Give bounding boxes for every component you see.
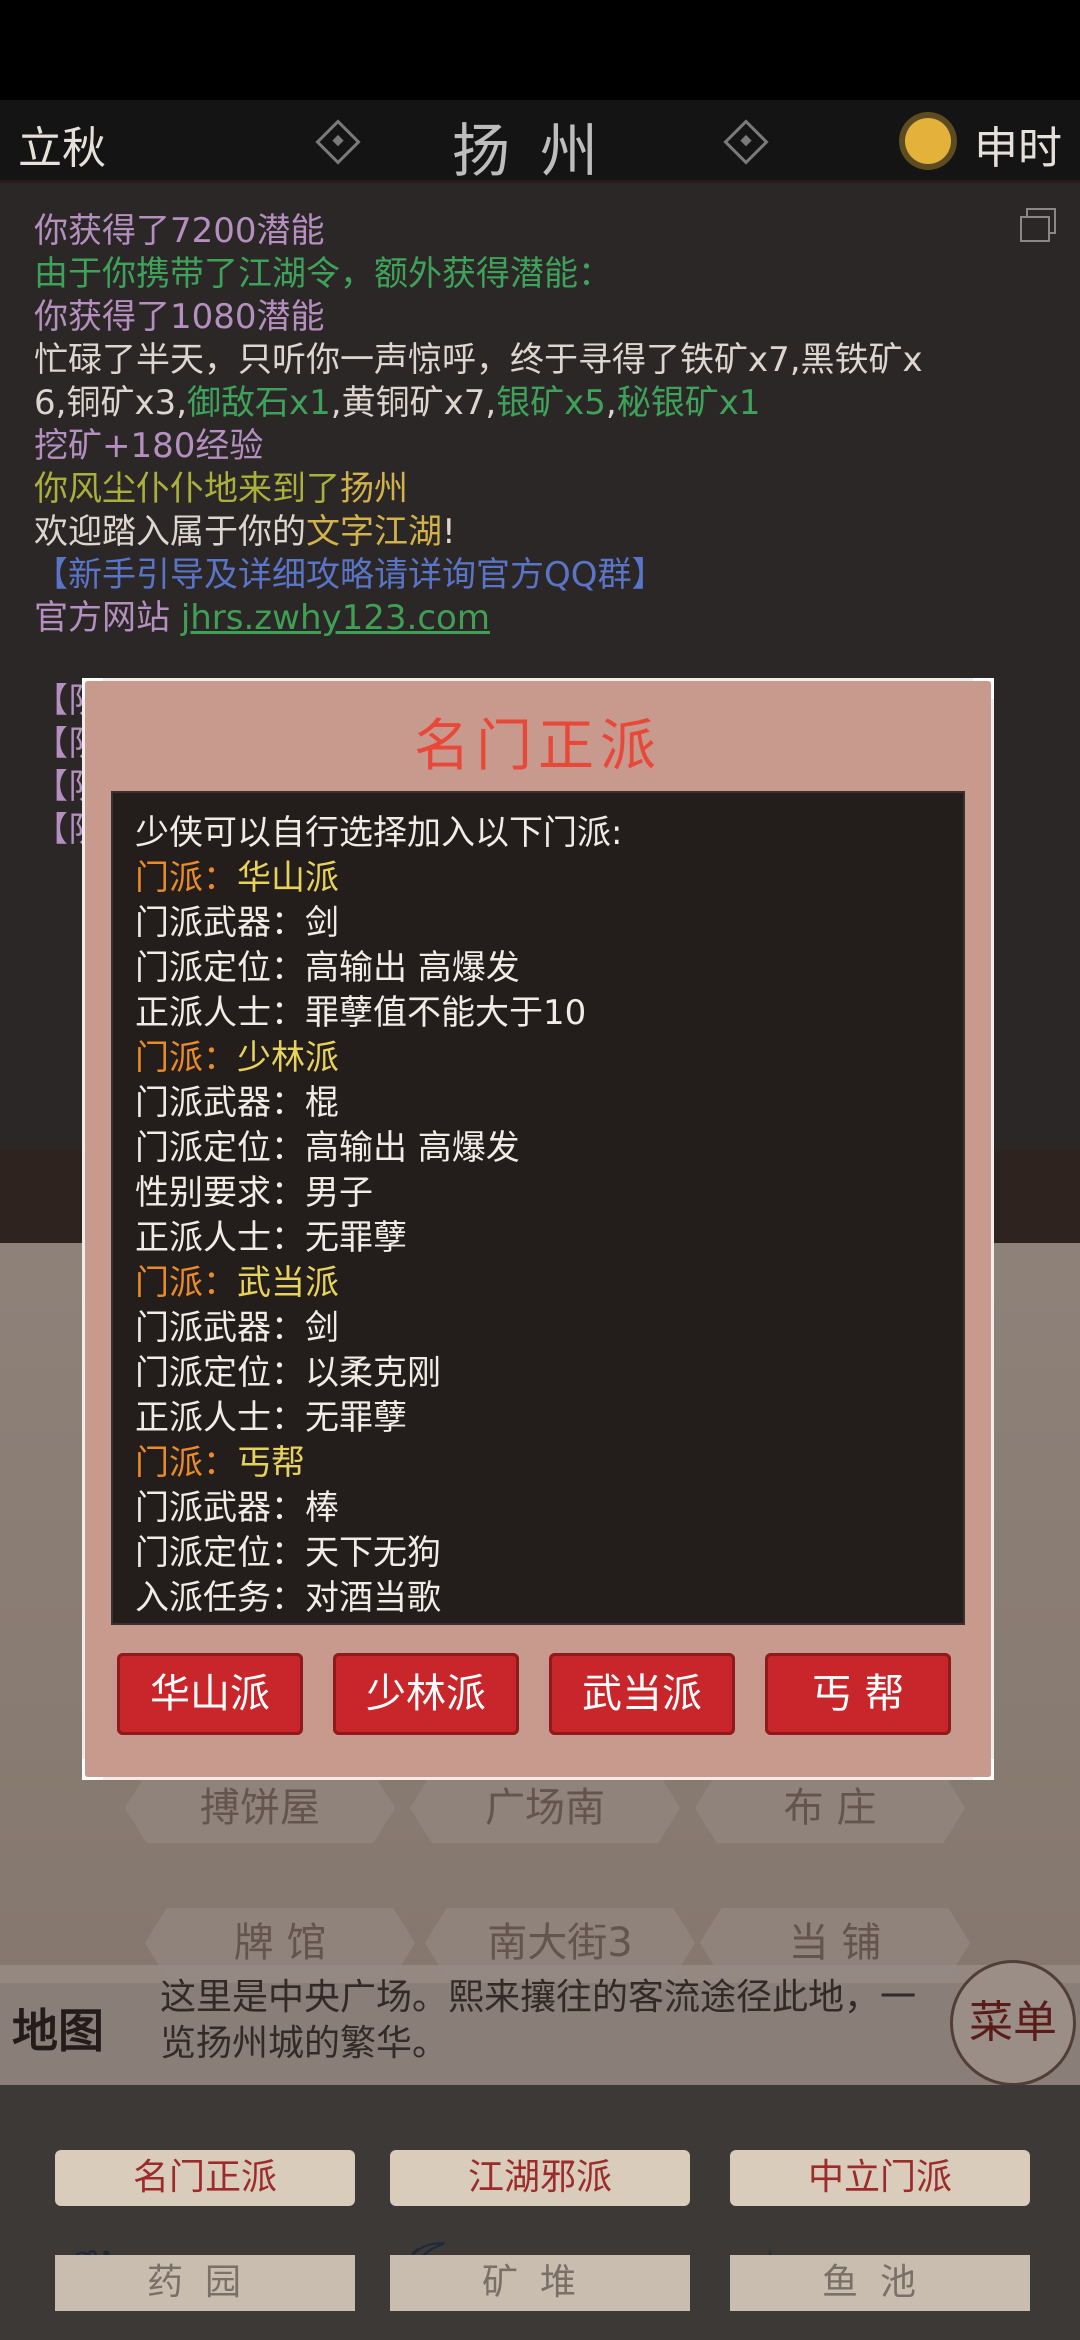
attr-key: 门派定位： <box>135 1533 305 1573</box>
attr-key: 门派武器： <box>135 903 305 943</box>
sect-attr: 性别要求：男子 <box>135 1165 373 1214</box>
sect-attr: 门派定位：高输出 高爆发 <box>135 1120 520 1169</box>
attr-key: 性别要求： <box>135 1173 305 1213</box>
sect-name: 华山派 <box>237 858 339 898</box>
sect-attr: 正派人士：无罪孽 <box>135 1210 407 1259</box>
dialog-title: 名门正派 <box>414 714 662 779</box>
join-shaolin-button[interactable]: 少林派 <box>333 1653 519 1735</box>
log-line: 你获得了7200潜能 <box>34 211 325 251</box>
dialog-corner <box>973 1759 994 1780</box>
attr-value: 无罪孽 <box>305 1398 407 1438</box>
faction-button-neutral[interactable]: 中立门派 <box>730 2150 1030 2206</box>
dialog-corner <box>82 678 103 699</box>
sect-label: 门派： <box>135 858 237 898</box>
attr-value: 罪孽值不能大于10 <box>305 993 587 1033</box>
sun-icon <box>905 118 951 164</box>
log-segment: 御敌石x1 <box>187 383 331 423</box>
attr-value: 以柔克刚 <box>305 1353 441 1393</box>
attr-key: 门派武器： <box>135 1308 305 1348</box>
dialog-corner <box>82 1759 103 1780</box>
log-segment: , <box>605 383 617 423</box>
log-line: 6,铜矿x3,御敌石x1,黄铜矿x7,银矿x5,秘银矿x1 <box>34 375 760 424</box>
attr-value: 无罪孽 <box>305 1218 407 1258</box>
place-button-herb-garden[interactable]: 药园 <box>55 2255 355 2311</box>
sect-label: 门派： <box>135 1443 237 1483</box>
attr-value: 高输出 高爆发 <box>305 948 520 988</box>
log-segment: 欢迎踏入属于你的 <box>34 512 306 552</box>
attr-key: 门派定位： <box>135 1353 305 1393</box>
status-bar <box>0 0 1080 100</box>
attr-value: 高输出 高爆发 <box>305 1128 520 1168</box>
sect-attr: 门派定位：高输出 高爆发 <box>135 940 520 989</box>
log-segment: 你风尘仆仆地来到了 <box>34 469 340 509</box>
attr-key: 门派定位： <box>135 948 305 988</box>
log-segment: 扬州 <box>340 469 408 509</box>
attr-key: 入派任务： <box>135 1578 305 1618</box>
sect-select-dialog: 名门正派 少侠可以自行选择加入以下门派: 门派：华山派 门派武器：剑 门派定位：… <box>82 678 994 1780</box>
sect-heading: 门派：少林派 <box>135 1030 339 1079</box>
sect-attr: 门派武器：剑 <box>135 1300 339 1349</box>
log-segment: ! <box>442 512 456 552</box>
sect-attr: 入派任务：对酒当歌 <box>135 1570 441 1619</box>
sect-info-box: 少侠可以自行选择加入以下门派: 门派：华山派 门派武器：剑 门派定位：高输出 高… <box>111 791 965 1625</box>
attr-key: 正派人士： <box>135 1218 305 1258</box>
attr-key: 门派武器： <box>135 1488 305 1528</box>
log-segment: 文字江湖 <box>306 512 442 552</box>
sect-heading: 门派：武当派 <box>135 1255 339 1304</box>
log-segment: 秘银矿x1 <box>616 383 761 423</box>
sect-name: 武当派 <box>237 1263 339 1303</box>
join-wudang-button[interactable]: 武当派 <box>549 1653 735 1735</box>
sect-attr: 门派武器：棒 <box>135 1480 339 1529</box>
log-line: 忙碌了半天，只听你一声惊呼，终于寻得了铁矿x7,黑铁矿x <box>34 340 923 380</box>
join-beggar-sect-button[interactable]: 丐 帮 <box>765 1653 951 1735</box>
sect-attr: 正派人士：无罪孽 <box>135 1390 407 1439</box>
dialog-corner <box>973 678 994 699</box>
attr-value: 棒 <box>305 1488 339 1528</box>
log-segment: 官方网站 <box>34 598 181 638</box>
log-segment: 银矿x5 <box>496 383 606 423</box>
log-line: 由于你携带了江湖令，额外获得潜能： <box>34 254 612 294</box>
sect-name: 少林派 <box>237 1038 339 1078</box>
attr-key: 门派武器： <box>135 1083 305 1123</box>
log-line: 挖矿+180经验 <box>34 426 264 466</box>
place-button-ore-pile[interactable]: 矿堆 <box>390 2255 690 2311</box>
log-line: 欢迎踏入属于你的文字江湖! <box>34 504 456 553</box>
sect-attr: 门派武器：剑 <box>135 895 339 944</box>
hour-label: 申时 <box>974 123 1062 174</box>
dialog-intro: 少侠可以自行选择加入以下门派: <box>135 813 623 853</box>
attr-key: 正派人士： <box>135 1398 305 1438</box>
join-huashan-button[interactable]: 华山派 <box>117 1653 303 1735</box>
sect-attr: 门派定位：天下无狗 <box>135 1525 441 1574</box>
attr-value: 男子 <box>305 1173 373 1213</box>
log-line: 官方网站 jhrs.zwhy123.com <box>34 590 490 639</box>
sect-label: 门派： <box>135 1038 237 1078</box>
faction-button-evil[interactable]: 江湖邪派 <box>390 2150 690 2206</box>
sect-heading: 门派：丐帮 <box>135 1435 305 1484</box>
log-line: 你获得了1080潜能 <box>34 297 325 337</box>
faction-button-righteous[interactable]: 名门正派 <box>55 2150 355 2206</box>
log-segment: ,黄铜矿x7, <box>330 383 497 423</box>
attr-key: 正派人士： <box>135 993 305 1033</box>
attr-value: 对酒当歌 <box>305 1578 441 1618</box>
log-line: 【新手引导及详细攻略请详询官方QQ群】 <box>34 555 666 595</box>
bottom-panel: 名门正派 江湖邪派 中立门派 ❦ 药园 ⛏ 矿堆 ✦ 鱼池 <box>0 2085 1080 2340</box>
log-line: 你风尘仆仆地来到了扬州 <box>34 461 408 510</box>
place-button-fish-pond[interactable]: 鱼池 <box>730 2255 1030 2311</box>
copy-icon[interactable] <box>1020 208 1056 242</box>
sect-attr: 正派人士：罪孽值不能大于10 <box>135 985 586 1034</box>
sect-label: 门派： <box>135 1263 237 1303</box>
attr-value: 天下无狗 <box>305 1533 441 1573</box>
sect-name: 丐帮 <box>237 1443 305 1483</box>
log-segment: 6,铜矿x3, <box>34 383 187 423</box>
website-link[interactable]: jhrs.zwhy123.com <box>181 598 490 638</box>
sect-attr: 门派武器：棍 <box>135 1075 339 1124</box>
attr-value: 棍 <box>305 1083 339 1123</box>
attr-value: 剑 <box>305 1308 339 1348</box>
attr-value: 剑 <box>305 903 339 943</box>
attr-key: 门派定位： <box>135 1128 305 1168</box>
sect-attr: 门派定位：以柔克刚 <box>135 1345 441 1394</box>
sect-heading: 门派：华山派 <box>135 850 339 899</box>
